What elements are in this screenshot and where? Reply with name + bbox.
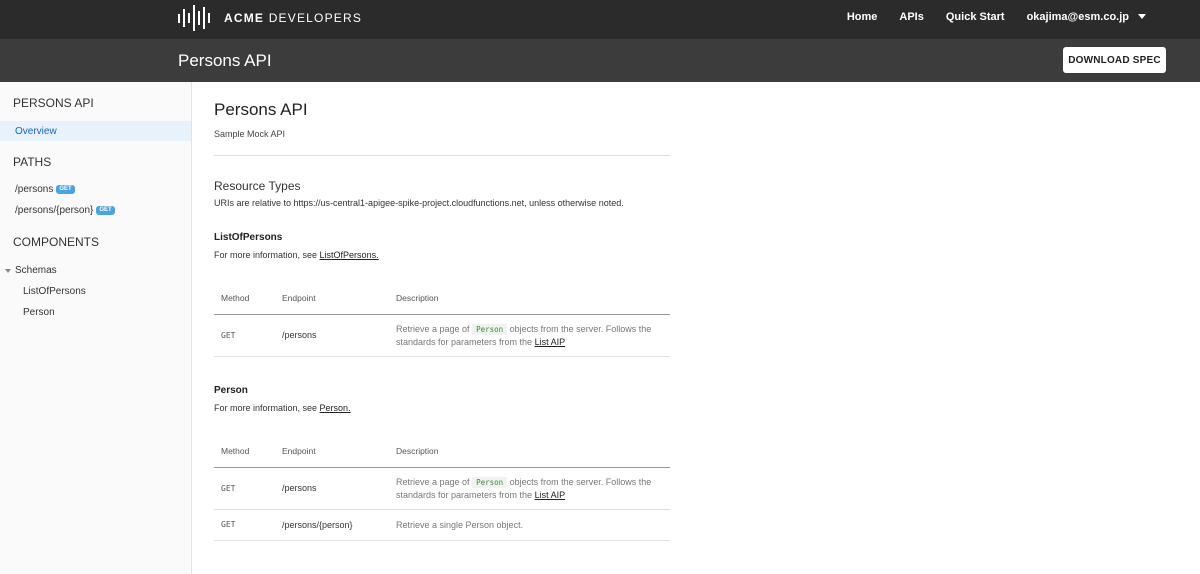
description-cell: Retrieve a single Person object. [396, 509, 670, 541]
download-spec-button[interactable]: DOWNLOAD SPEC [1063, 47, 1166, 73]
table-row: GET /persons/{person} Retrieve a single … [214, 509, 670, 541]
description-cell: Retrieve a page of Person objects from t… [396, 314, 670, 357]
logo-bars-icon [178, 5, 210, 31]
sidebar-item-overview[interactable]: Overview [0, 121, 191, 141]
listofpersons-link[interactable]: ListOfPersons. [320, 250, 379, 260]
description-cell: Retrieve a page of Person objects from t… [396, 467, 670, 510]
list-aip-link[interactable]: List AIP [535, 337, 566, 347]
sidebar-path-person[interactable]: /persons/{person} GET [15, 205, 115, 216]
top-nav-links: Home APIs Quick Start okajima@esm.co.jp [825, 0, 1146, 33]
acme-logo[interactable]: ACME DEVELOPERS [178, 5, 362, 31]
sidebar-path-persons[interactable]: /persons GET [15, 184, 75, 195]
table-header-row: Method Endpoint Description [214, 435, 670, 468]
person-code: Person [472, 323, 508, 335]
method-cell: GET [214, 509, 282, 541]
nav-apis[interactable]: APIs [899, 11, 923, 23]
sidebar-heading-components: COMPONENTS [13, 235, 100, 249]
nav-home[interactable]: Home [847, 11, 878, 23]
page-subtitle: Sample Mock API [214, 129, 286, 139]
sidebar: PERSONS API Overview PATHS /persons GET … [0, 82, 192, 574]
nav-quick-start[interactable]: Quick Start [946, 11, 1005, 23]
person-link[interactable]: Person. [320, 403, 351, 413]
page-title: Persons API [214, 100, 308, 119]
schemas-label: Schemas [15, 265, 57, 276]
col-endpoint: Endpoint [282, 435, 396, 468]
resource-info: For more information, see Person. [214, 403, 351, 413]
col-description: Description [396, 282, 670, 315]
col-method: Method [214, 435, 282, 468]
divider [214, 155, 670, 156]
endpoint-cell: /persons/{person} [282, 509, 396, 541]
path-label: /persons [15, 184, 54, 195]
resource-heading-person: Person [214, 385, 248, 396]
col-method: Method [214, 282, 282, 315]
method-cell: GET [214, 314, 282, 357]
resource-heading-listofpersons: ListOfPersons [214, 232, 283, 243]
endpoint-cell: /persons [282, 467, 396, 510]
user-email: okajima@esm.co.jp [1026, 10, 1129, 23]
sidebar-schema-listofpersons[interactable]: ListOfPersons [23, 286, 86, 297]
api-title-bar: Persons API DOWNLOAD SPEC [0, 39, 1200, 82]
api-title: Persons API [178, 51, 272, 70]
expand-triangle-icon [5, 268, 11, 273]
get-badge: GET [96, 206, 115, 215]
get-badge: GET [56, 185, 75, 194]
sidebar-heading-api: PERSONS API [13, 96, 94, 110]
resource-types-heading: Resource Types [214, 179, 301, 193]
uri-note: URIs are relative to https://us-central1… [214, 198, 624, 208]
list-aip-link[interactable]: List AIP [535, 490, 566, 500]
methods-table-listofpersons: Method Endpoint Description GET /persons… [214, 282, 670, 357]
resource-info: For more information, see ListOfPersons. [214, 250, 379, 260]
methods-table-person: Method Endpoint Description GET /persons… [214, 435, 670, 541]
path-label: /persons/{person} [15, 205, 94, 216]
sidebar-heading-paths: PATHS [13, 155, 52, 169]
logo-text: ACME DEVELOPERS [224, 11, 363, 25]
sidebar-schemas-toggle[interactable]: Schemas [5, 265, 57, 276]
user-menu[interactable]: okajima@esm.co.jp [1027, 11, 1146, 23]
table-header-row: Method Endpoint Description [214, 282, 670, 315]
sidebar-schema-person[interactable]: Person [23, 307, 55, 318]
col-description: Description [396, 435, 670, 468]
person-code: Person [472, 476, 508, 488]
top-navbar: ACME DEVELOPERS Home APIs Quick Start ok… [0, 0, 1200, 39]
caret-down-icon [1138, 14, 1146, 19]
method-cell: GET [214, 467, 282, 510]
col-endpoint: Endpoint [282, 282, 396, 315]
endpoint-cell: /persons [282, 314, 396, 357]
table-row: GET /persons Retrieve a page of Person o… [214, 467, 670, 510]
table-row: GET /persons Retrieve a page of Person o… [214, 314, 670, 357]
